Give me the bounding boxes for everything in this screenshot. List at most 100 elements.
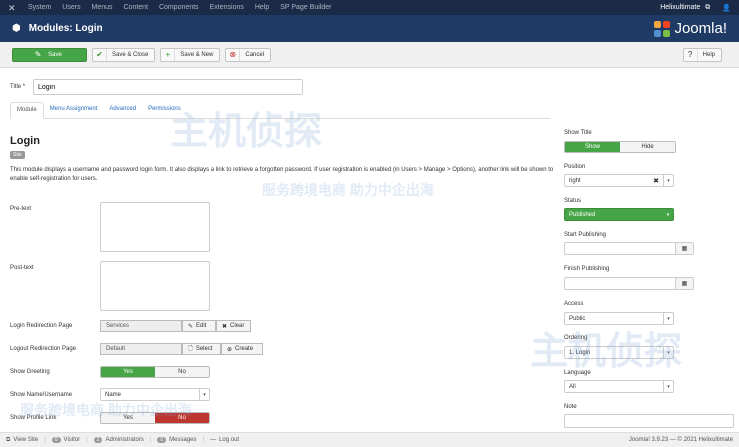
visitors-label: Visitor — [63, 437, 81, 443]
show-greeting-label: Show Greeting — [10, 369, 50, 375]
save-button[interactable]: ✎ Save — [12, 47, 87, 62]
chevron-down-icon: ▾ — [663, 347, 673, 358]
toolbar: ✎ Save ✔ Save & Close + Save & New ⊗ Can… — [0, 42, 739, 68]
help-label: Help — [702, 51, 715, 58]
create-label: Create — [235, 346, 254, 352]
question-icon: ? — [684, 48, 698, 61]
external-link-icon[interactable]: ⧉ — [705, 4, 710, 12]
logout-redirect-value: Default — [100, 343, 182, 355]
tab-permissions[interactable]: Permissions — [142, 102, 187, 119]
title-input[interactable] — [33, 79, 303, 95]
create-button[interactable]: ⊕ Create — [221, 343, 263, 355]
view-site-link[interactable]: ⧉ View Site — [6, 437, 38, 444]
status-bar: ⧉ View Site | 0 Visitor | 2 Administrators … — [0, 432, 739, 447]
menu-extensions[interactable]: Extensions — [210, 4, 244, 11]
note-label: Note — [564, 404, 577, 410]
user-area: Helixultimate ⧉ 👤 — [655, 4, 731, 12]
calendar-icon[interactable]: ▦ — [675, 243, 693, 254]
user-icon[interactable]: 👤 — [722, 4, 731, 12]
menu-users[interactable]: Users — [62, 4, 80, 11]
pretext-textarea[interactable] — [100, 202, 210, 252]
start-publishing-input[interactable]: ▦ — [564, 242, 694, 255]
save-close-label: Save & Close — [112, 51, 149, 58]
cancel-icon: ⊗ — [226, 48, 241, 61]
module-edit-form: Title * Module Menu Assignment Advanced … — [0, 68, 739, 432]
language-value: All — [569, 383, 576, 390]
joomla-wordmark: Joomla! — [674, 20, 727, 37]
edit-label: Edit — [196, 323, 207, 329]
tab-module[interactable]: Module — [10, 102, 44, 119]
status-select[interactable]: Published ▾ — [564, 208, 674, 221]
show-name-select[interactable]: Name ▾ — [100, 388, 210, 401]
menu-sp-page-builder[interactable]: SP Page Builder — [280, 4, 331, 11]
access-value: Public — [569, 315, 586, 322]
greeting-yes[interactable]: Yes — [101, 367, 155, 377]
messages-label: Messages — [169, 437, 197, 443]
clear-icon: ✖ — [222, 323, 228, 330]
tab-menu-assignment[interactable]: Menu Assignment — [44, 102, 104, 119]
ordering-value: 1. Login — [569, 349, 591, 356]
menu-help[interactable]: Help — [255, 4, 269, 11]
chevron-down-icon: ▾ — [663, 175, 673, 186]
position-select[interactable]: right ✖ ▾ — [564, 174, 674, 187]
messages-link[interactable]: 0 Messages — [157, 437, 197, 443]
cube-icon: ⬢ — [12, 23, 21, 34]
access-select[interactable]: Public ▾ — [564, 312, 674, 325]
joomla-logo: Joomla! — [654, 20, 727, 37]
joomla-star-icon — [654, 20, 671, 37]
site-link[interactable]: Helixultimate — [660, 4, 700, 11]
posttext-textarea[interactable] — [100, 261, 210, 311]
profile-no[interactable]: No — [155, 413, 209, 423]
messages-count: 0 — [157, 437, 167, 443]
posttext-label: Post-text — [10, 265, 34, 271]
clear-x-icon[interactable]: ✖ — [653, 177, 659, 185]
ordering-label: Ordering — [564, 335, 588, 341]
position-value: right — [569, 177, 581, 184]
ordering-select[interactable]: 1. Login ▾ — [564, 346, 674, 359]
show-profile-label: Show Profile Link — [10, 415, 57, 421]
menu-menus[interactable]: Menus — [92, 4, 113, 11]
help-button[interactable]: ? Help — [682, 47, 722, 62]
version-text: Joomla! 3.9.23 — © 2021 Helixultimate — [628, 437, 733, 443]
chevron-down-icon: ▾ — [663, 313, 673, 324]
tab-bar: Module Menu Assignment Advanced Permissi… — [10, 102, 550, 119]
menu-components[interactable]: Components — [159, 4, 199, 11]
show-title-hide[interactable]: Hide — [620, 142, 675, 152]
admin-menubar: ✕ System Users Menus Content Components … — [0, 0, 739, 15]
calendar-icon[interactable]: ▦ — [675, 278, 693, 289]
profile-yes[interactable]: Yes — [101, 413, 155, 423]
clear-button[interactable]: ✖ Clear — [216, 320, 251, 332]
access-label: Access — [564, 301, 584, 307]
language-select[interactable]: All ▾ — [564, 380, 674, 393]
greeting-no[interactable]: No — [155, 367, 209, 377]
site-badge: Site — [10, 151, 25, 159]
module-description: This module displays a username and pass… — [10, 167, 554, 182]
save-label: Save — [48, 51, 62, 58]
minus-icon: — — [210, 437, 217, 443]
joomla-menu-icon[interactable]: ✕ — [8, 3, 18, 13]
administrators-link[interactable]: 2 Administrators — [93, 437, 144, 443]
menu-system[interactable]: System — [28, 4, 51, 11]
visitors-link[interactable]: 0 Visitor — [51, 437, 81, 443]
select-button[interactable]: 🗋 Select — [182, 343, 221, 355]
page-header: ⬢ Modules: Login Joomla! — [0, 15, 739, 42]
show-title-label: Show Title — [564, 130, 592, 136]
logout-link[interactable]: — Log out — [210, 437, 239, 443]
edit-button[interactable]: ✎ Edit — [182, 320, 216, 332]
external-link-icon: ⧉ — [6, 436, 11, 443]
show-name-value: Name — [105, 391, 122, 398]
logout-redirect-label: Logout Redirection Page — [10, 346, 77, 352]
tab-advanced[interactable]: Advanced — [103, 102, 142, 119]
note-input[interactable] — [564, 414, 734, 428]
logout-label: Log out — [219, 437, 240, 443]
save-new-label: Save & New — [180, 51, 214, 58]
save-close-button[interactable]: ✔ Save & Close — [92, 47, 156, 62]
title-label: Title * — [10, 84, 26, 90]
cancel-button[interactable]: ⊗ Cancel — [225, 47, 272, 62]
save-new-button[interactable]: + Save & New — [160, 47, 221, 62]
chevron-down-icon: ▾ — [199, 389, 209, 400]
show-title-show[interactable]: Show — [565, 142, 620, 152]
menu-content[interactable]: Content — [124, 4, 149, 11]
finish-publishing-input[interactable]: ▦ — [564, 277, 694, 290]
select-label: Select — [195, 346, 213, 352]
